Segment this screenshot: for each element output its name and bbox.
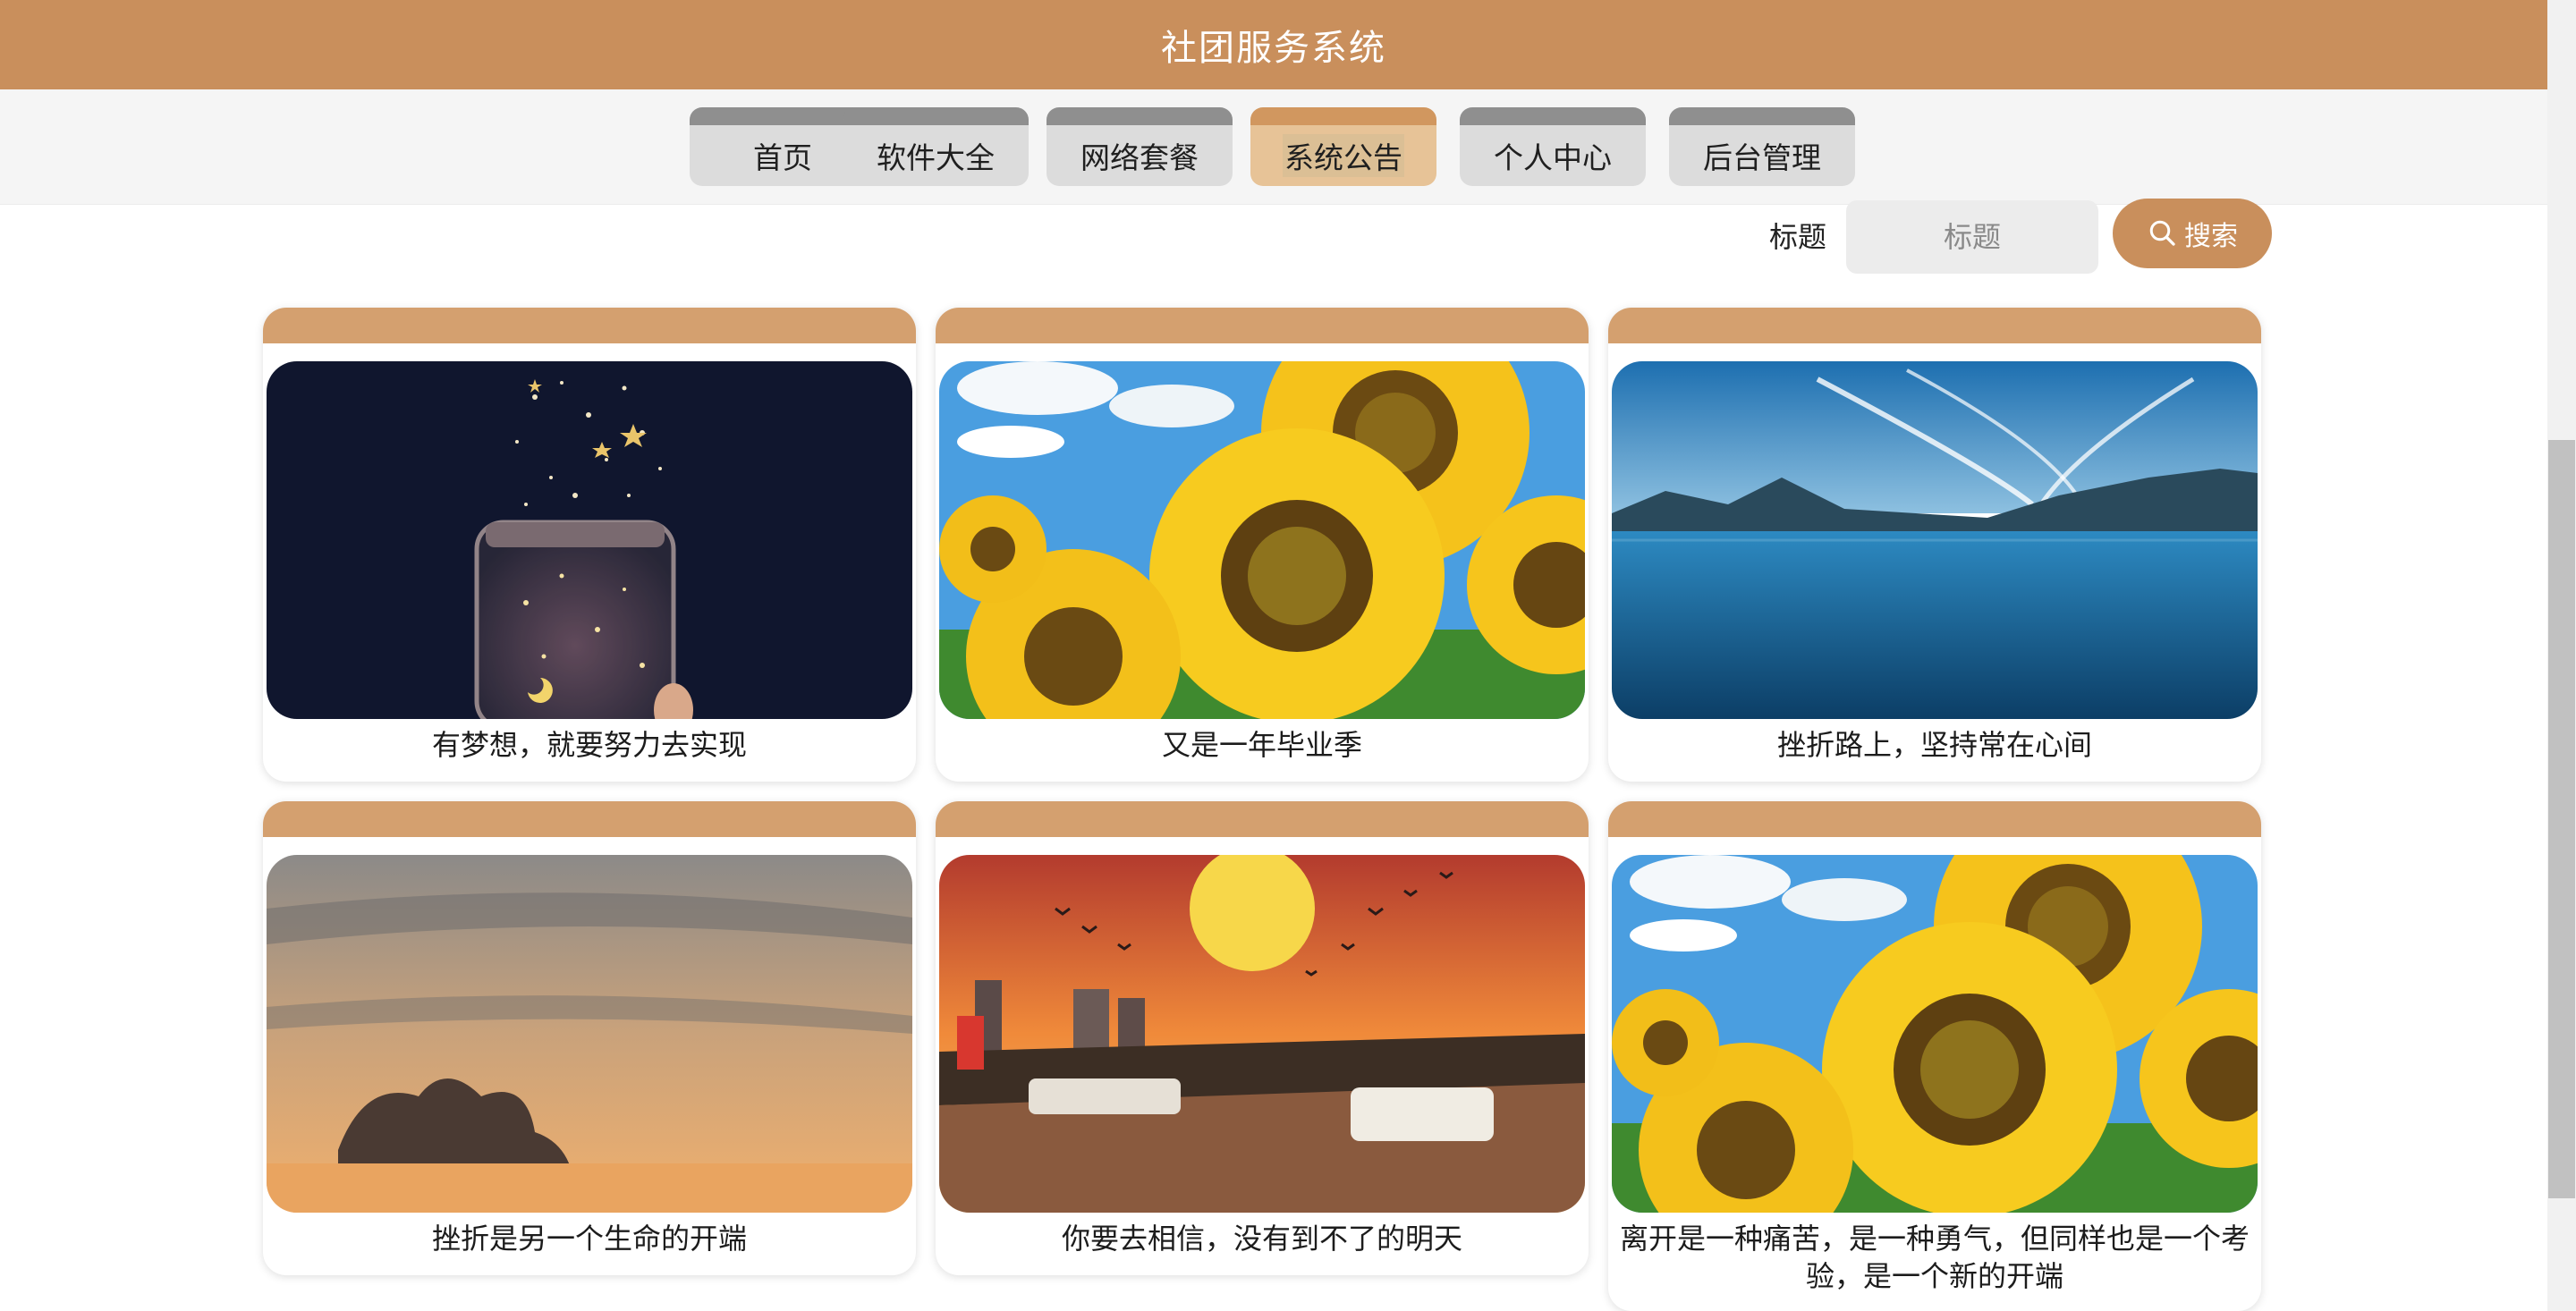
starry-jar-photo [267,361,912,719]
nav-item-announcements[interactable]: 系统公告 [1250,107,1436,186]
card-caption: 有梦想，就要努力去实现 [431,728,747,762]
search-input[interactable] [1846,200,2098,274]
app-title: 社团服务系统 [1161,28,1386,69]
announcement-card[interactable]: 你要去相信，没有到不了的明天 [936,801,1589,1275]
nav-item-label: 系统公告 [1283,134,1404,177]
nav-item-label: 后台管理 [1703,140,1821,175]
card-caption: 又是一年毕业季 [1161,728,1362,762]
nav-item-personal-center[interactable]: 个人中心 [1460,107,1646,186]
nav-item-label: 网络套餐 [1080,140,1199,175]
scrollbar-thumb[interactable] [2548,440,2575,1198]
mountain-lake-photo [1612,361,2258,719]
nav-item-label: 首页 [753,140,812,175]
card-caption: 你要去相信，没有到不了的明天 [1061,1222,1462,1256]
nav-item-label: 软件大全 [877,140,995,175]
search-button[interactable]: 搜索 [2113,199,2272,268]
card-caption: 离开是一种痛苦，是一种勇气，但同样也是一个考验，是一个新的开端 [1619,1222,2250,1293]
search-button-label: 搜索 [2184,221,2238,252]
card-header-band [263,308,916,343]
card-header-band [936,308,1589,343]
sunset-clouds-photo [267,855,912,1213]
card-caption: 挫折是另一个生命的开端 [431,1222,747,1256]
nav-item-network-packages[interactable]: 网络套餐 [1046,107,1233,186]
card-header-band [1608,308,2261,343]
nav-item-label: 个人中心 [1494,140,1612,175]
card-header-band [1608,801,2261,837]
app-header: 社团服务系统 [0,0,2547,89]
sunflowers-photo [1612,855,2258,1213]
announcement-card[interactable]: 挫折路上，坚持常在心间 [1608,308,2261,782]
search-icon [2149,220,2175,246]
nav-item-software[interactable]: 软件大全 [843,107,1029,186]
nav-item-admin[interactable]: 后台管理 [1669,107,1855,186]
announcement-card[interactable]: 离开是一种痛苦，是一种勇气，但同样也是一个考验，是一个新的开端 [1608,801,2261,1311]
card-header-band [263,801,916,837]
card-caption: 挫折路上，坚持常在心间 [1776,728,2092,762]
main-nav: 首页 软件大全 网络套餐 系统公告 个人中心 后台管理 [0,89,2547,205]
sunflowers-photo [939,361,1585,719]
announcement-card[interactable]: 挫折是另一个生命的开端 [263,801,916,1275]
announcement-card[interactable]: 有梦想，就要努力去实现 [263,308,916,782]
announcement-card[interactable]: 又是一年毕业季 [936,308,1589,782]
river-sunset-photo [939,855,1585,1213]
card-header-band [936,801,1589,837]
search-label: 标题 [1769,220,1827,254]
